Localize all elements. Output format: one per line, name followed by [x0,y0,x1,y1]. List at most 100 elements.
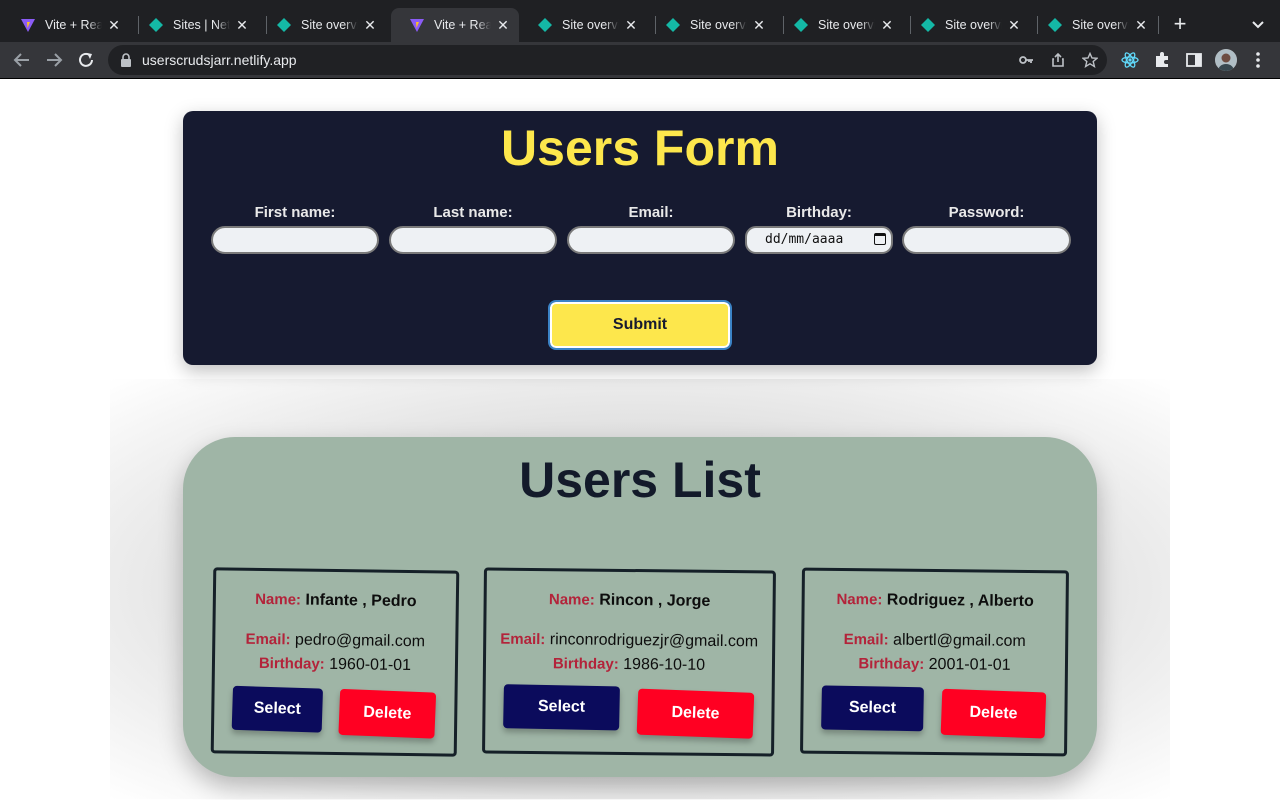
users-form-card: Users Form First name: Last name: Email:… [183,111,1097,365]
email-label: Email: [500,630,546,649]
browser-toolbar: userscrudsjarr.netlify.app [0,42,1280,78]
delete-button[interactable]: Delete [338,688,437,739]
user-birthday: 1986-10-10 [623,655,706,674]
user-birthday-line: Birthday: 2001-01-01 [804,655,1065,676]
user-birthday-line: Birthday: 1960-01-01 [215,654,455,675]
close-icon[interactable]: ✕ [495,17,511,33]
password-label: Password: [948,204,1025,221]
select-button[interactable]: Select [821,685,924,732]
netlify-icon [665,17,681,33]
select-button[interactable]: Select [231,685,324,733]
key-icon[interactable] [1017,51,1035,69]
tab-search-chevron-icon[interactable] [1248,14,1268,34]
lock-icon[interactable] [120,53,132,72]
birthday-placeholder: dd/mm/aaaa [765,232,844,247]
back-arrow-icon[interactable] [10,48,34,72]
calendar-icon[interactable] [874,233,886,245]
bookmark-star-icon[interactable] [1081,51,1099,69]
tab-site-overview-5[interactable]: Site overview ✕ [902,8,1030,42]
tab-site-overview-4[interactable]: Site overview ✕ [775,8,903,42]
close-icon[interactable]: ✕ [1133,17,1149,33]
birthday-label: Birthday: [858,655,925,673]
close-icon[interactable]: ✕ [1006,17,1022,33]
last-name-input[interactable] [389,226,557,254]
user-email: albertl@gmail.com [892,631,1026,650]
user-card: Name: Rodriguez , Alberto Email: albertl… [800,567,1069,757]
reload-icon[interactable] [74,48,98,72]
user-card: Name: Rincon , Jorge Email: rinconrodrig… [482,567,776,757]
delete-button[interactable]: Delete [636,688,755,739]
netlify-icon [920,17,936,33]
tab-title: Sites | Netlify [173,18,230,32]
tab-title: Vite + React [45,18,102,32]
birthday-label: Birthday: [552,655,619,673]
first-name-label: First name: [254,204,336,221]
close-icon[interactable]: ✕ [751,17,767,33]
birthday-label: Birthday: [258,654,325,673]
tab-site-overview-3[interactable]: Site overview ✕ [647,8,775,42]
vite-icon [409,17,425,33]
user-name-line: Name: Rodriguez , Alberto [805,591,1066,612]
name-label: Name: [548,591,595,609]
user-email-line: Email: pedro@gmail.com [215,630,455,651]
tab-vite-react-1[interactable]: Vite + React ✕ [2,8,130,42]
tab-site-overview-2[interactable]: Site overview ✕ [519,8,647,42]
new-tab-button[interactable]: + [1168,12,1192,36]
tab-title: Vite + React [434,18,491,32]
page-content: Users Form First name: Last name: Email:… [0,79,1280,800]
form-title: Users Form [501,120,779,176]
user-name: Rodriguez , Alberto [886,591,1034,611]
user-email-line: Email: rinconrodriguezjr@gmail.com [486,631,772,652]
share-icon[interactable] [1049,51,1067,69]
user-card: Name: Infante , Pedro Email: pedro@gmail… [210,567,460,757]
side-panel-icon[interactable] [1182,48,1206,72]
user-birthday: 2001-01-01 [928,655,1011,674]
profile-avatar[interactable] [1214,48,1238,72]
tab-site-overview-1[interactable]: Site overview ✕ [258,8,386,42]
last-name-label: Last name: [433,204,513,221]
tab-site-overview-6[interactable]: Site overview ✕ [1029,8,1157,42]
tab-sites-netlify[interactable]: Sites | Netlify ✕ [130,8,258,42]
tab-title: Site overview [1072,18,1129,32]
user-name-line: Name: Infante , Pedro [216,590,456,611]
address-bar[interactable]: userscrudsjarr.netlify.app [108,45,1107,75]
email-label: Email: [628,204,674,221]
forward-arrow-icon[interactable] [42,48,66,72]
password-input[interactable] [902,226,1071,254]
select-button[interactable]: Select [503,684,620,731]
close-icon[interactable]: ✕ [623,17,639,33]
name-label: Name: [836,590,883,609]
user-birthday: 1960-01-01 [329,655,412,675]
user-email: pedro@gmail.com [294,631,426,651]
tab-title: Site overview [945,18,1002,32]
tab-title: Site overview [818,18,875,32]
react-devtools-icon[interactable] [1118,48,1142,72]
birthday-input[interactable]: dd/mm/aaaa [745,226,893,254]
extensions-puzzle-icon[interactable] [1150,48,1174,72]
submit-button[interactable]: Submit [548,300,732,350]
netlify-icon [1047,17,1063,33]
name-label: Name: [255,590,302,609]
tab-strip: Vite + React ✕ Sites | Netlify ✕ Site ov… [0,0,1280,42]
close-icon[interactable]: ✕ [362,17,378,33]
netlify-icon [537,17,553,33]
first-name-input[interactable] [211,226,379,254]
close-icon[interactable]: ✕ [234,17,250,33]
vite-icon [20,17,36,33]
user-birthday-line: Birthday: 1986-10-10 [486,655,772,676]
users-list-card: Users List Name: Infante , Pedro Email: … [183,437,1097,777]
tab-separator [1158,16,1159,34]
user-email-line: Email: albertl@gmail.com [804,631,1065,652]
tab-vite-react-active[interactable]: Vite + React ✕ [391,8,519,42]
email-input[interactable] [567,226,735,254]
close-icon[interactable]: ✕ [106,17,122,33]
user-email: rinconrodriguezjr@gmail.com [549,631,759,651]
netlify-icon [276,17,292,33]
url-text[interactable]: userscrudsjarr.netlify.app [142,52,297,68]
birthday-label: Birthday: [786,204,852,221]
more-vertical-icon[interactable] [1246,48,1270,72]
list-title: Users List [519,452,761,508]
delete-button[interactable]: Delete [940,688,1047,739]
close-icon[interactable]: ✕ [879,17,895,33]
email-label: Email: [245,630,291,649]
